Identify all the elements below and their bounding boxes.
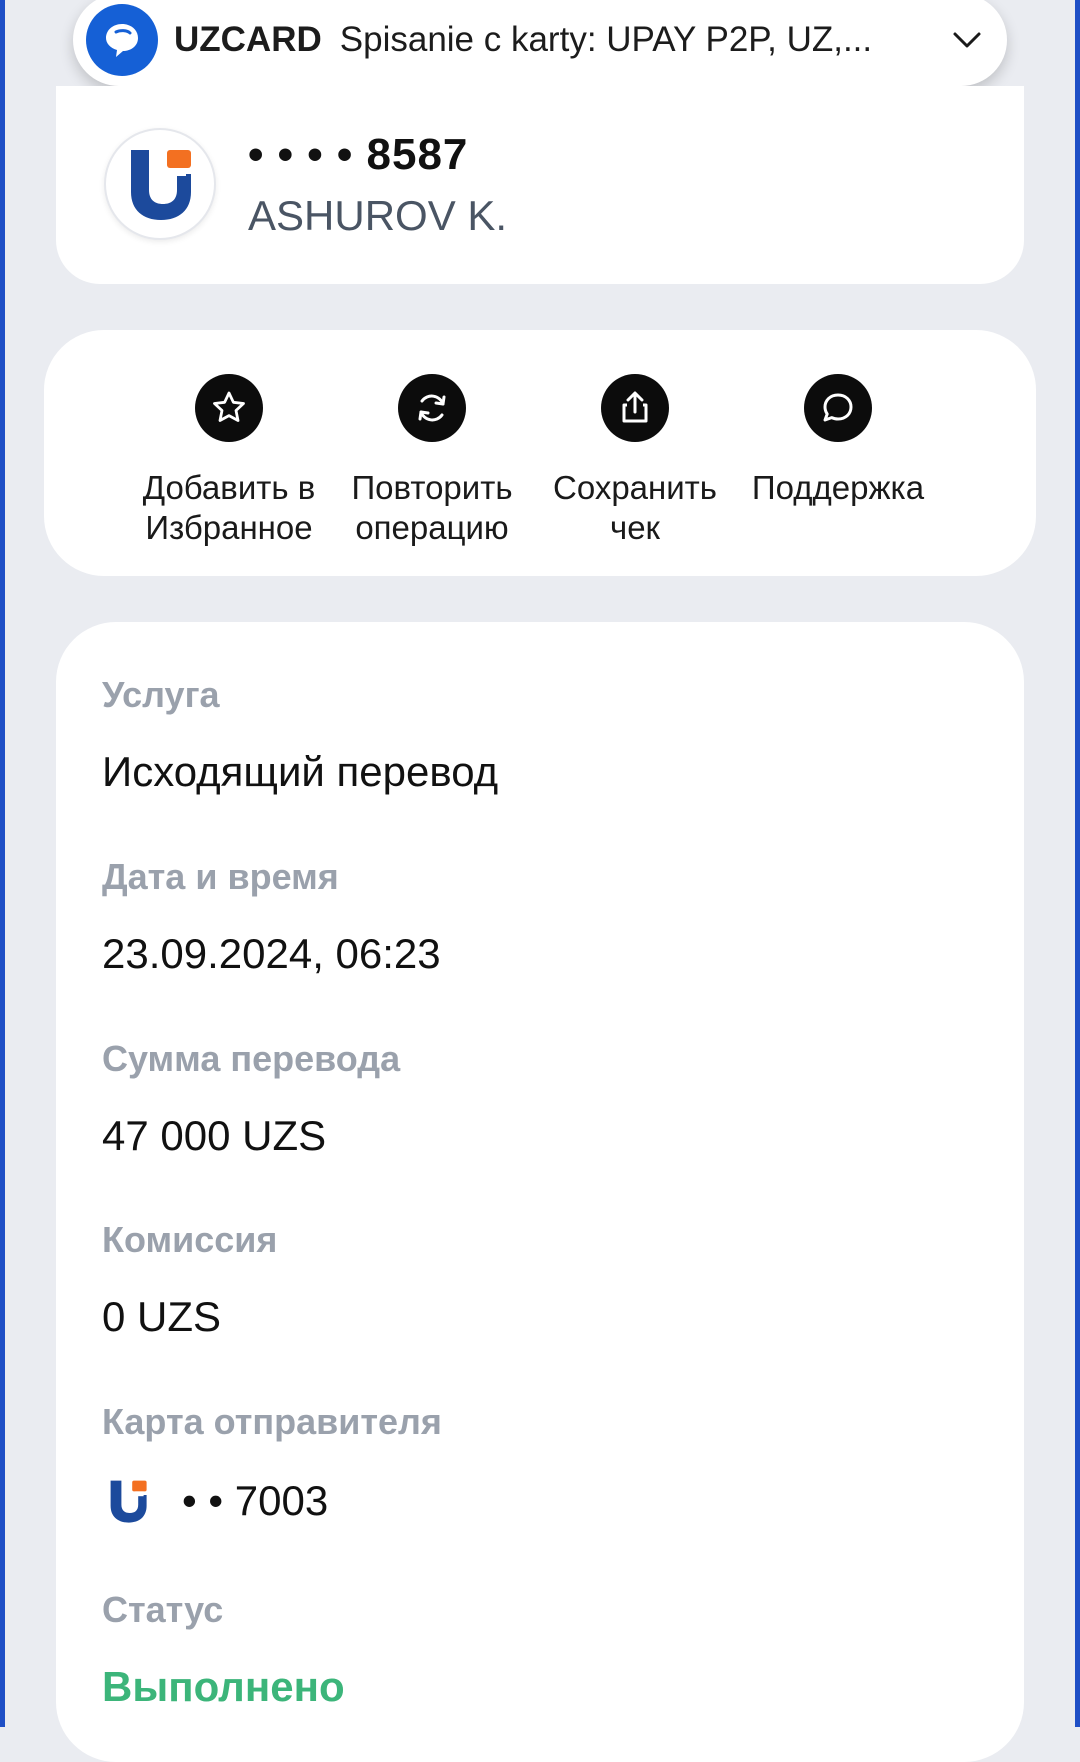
notification-banner[interactable]: UZCARD Spisanie c karty: UPAY P2P, UZ,..… <box>73 0 1007 86</box>
action-label-line2: Избранное <box>145 509 313 546</box>
amount-value: 47 000 UZS <box>102 1112 327 1159</box>
recipient-card: • • • • 8587 ASHUROV K. <box>56 86 1024 284</box>
service-value: Исходящий перевод <box>102 748 499 795</box>
add-to-favorites-button[interactable]: Добавить в Избранное <box>134 374 324 548</box>
actions-panel: Добавить в Избранное Повторить операцию <box>44 330 1036 576</box>
share-icon <box>601 374 669 442</box>
action-label-line1: Добавить в <box>142 469 316 506</box>
action-label-line1: Сохранить <box>553 469 717 506</box>
service-label: Услуга <box>102 674 220 715</box>
save-receipt-button[interactable]: Сохранить чек <box>540 374 730 548</box>
sender-card-number: • • 7003 <box>182 1477 329 1524</box>
star-icon <box>195 374 263 442</box>
action-label-line1: Повторить <box>351 469 513 506</box>
datetime-value: 23.09.2024, 06:23 <box>102 930 441 977</box>
uzcard-logo <box>104 128 216 240</box>
fee-label: Комиссия <box>102 1219 278 1260</box>
support-button[interactable]: Поддержка <box>743 374 933 508</box>
fee-value: 0 UZS <box>102 1293 222 1340</box>
repeat-icon <box>398 374 466 442</box>
action-label-line2: операцию <box>355 509 509 546</box>
notification-brand: UZCARD <box>174 20 322 59</box>
repeat-operation-button[interactable]: Повторить операцию <box>337 374 527 548</box>
recipient-name: ASHUROV K. <box>248 192 508 239</box>
transaction-details: Услуга Исходящий перевод Дата и время 23… <box>56 622 1024 1762</box>
status-value: Выполнено <box>102 1663 345 1710</box>
chevron-down-icon[interactable] <box>947 20 987 60</box>
action-label-line2: чек <box>610 509 660 546</box>
status-label: Статус <box>102 1589 224 1630</box>
left-edge <box>0 0 5 1727</box>
chat-icon <box>804 374 872 442</box>
amount-label: Сумма перевода <box>102 1038 401 1079</box>
chat-bubble-icon <box>86 4 158 76</box>
sender-card-label: Карта отправителя <box>102 1401 442 1442</box>
right-edge <box>1075 0 1080 1727</box>
datetime-label: Дата и время <box>102 856 339 897</box>
notification-text: Spisanie c karty: UPAY P2P, UZ,... <box>339 20 873 59</box>
sender-card: • • 7003 <box>106 1476 328 1526</box>
action-label-line1: Поддержка <box>751 469 925 506</box>
uzcard-logo <box>106 1476 150 1526</box>
recipient-card-number: • • • • 8587 <box>248 130 469 179</box>
